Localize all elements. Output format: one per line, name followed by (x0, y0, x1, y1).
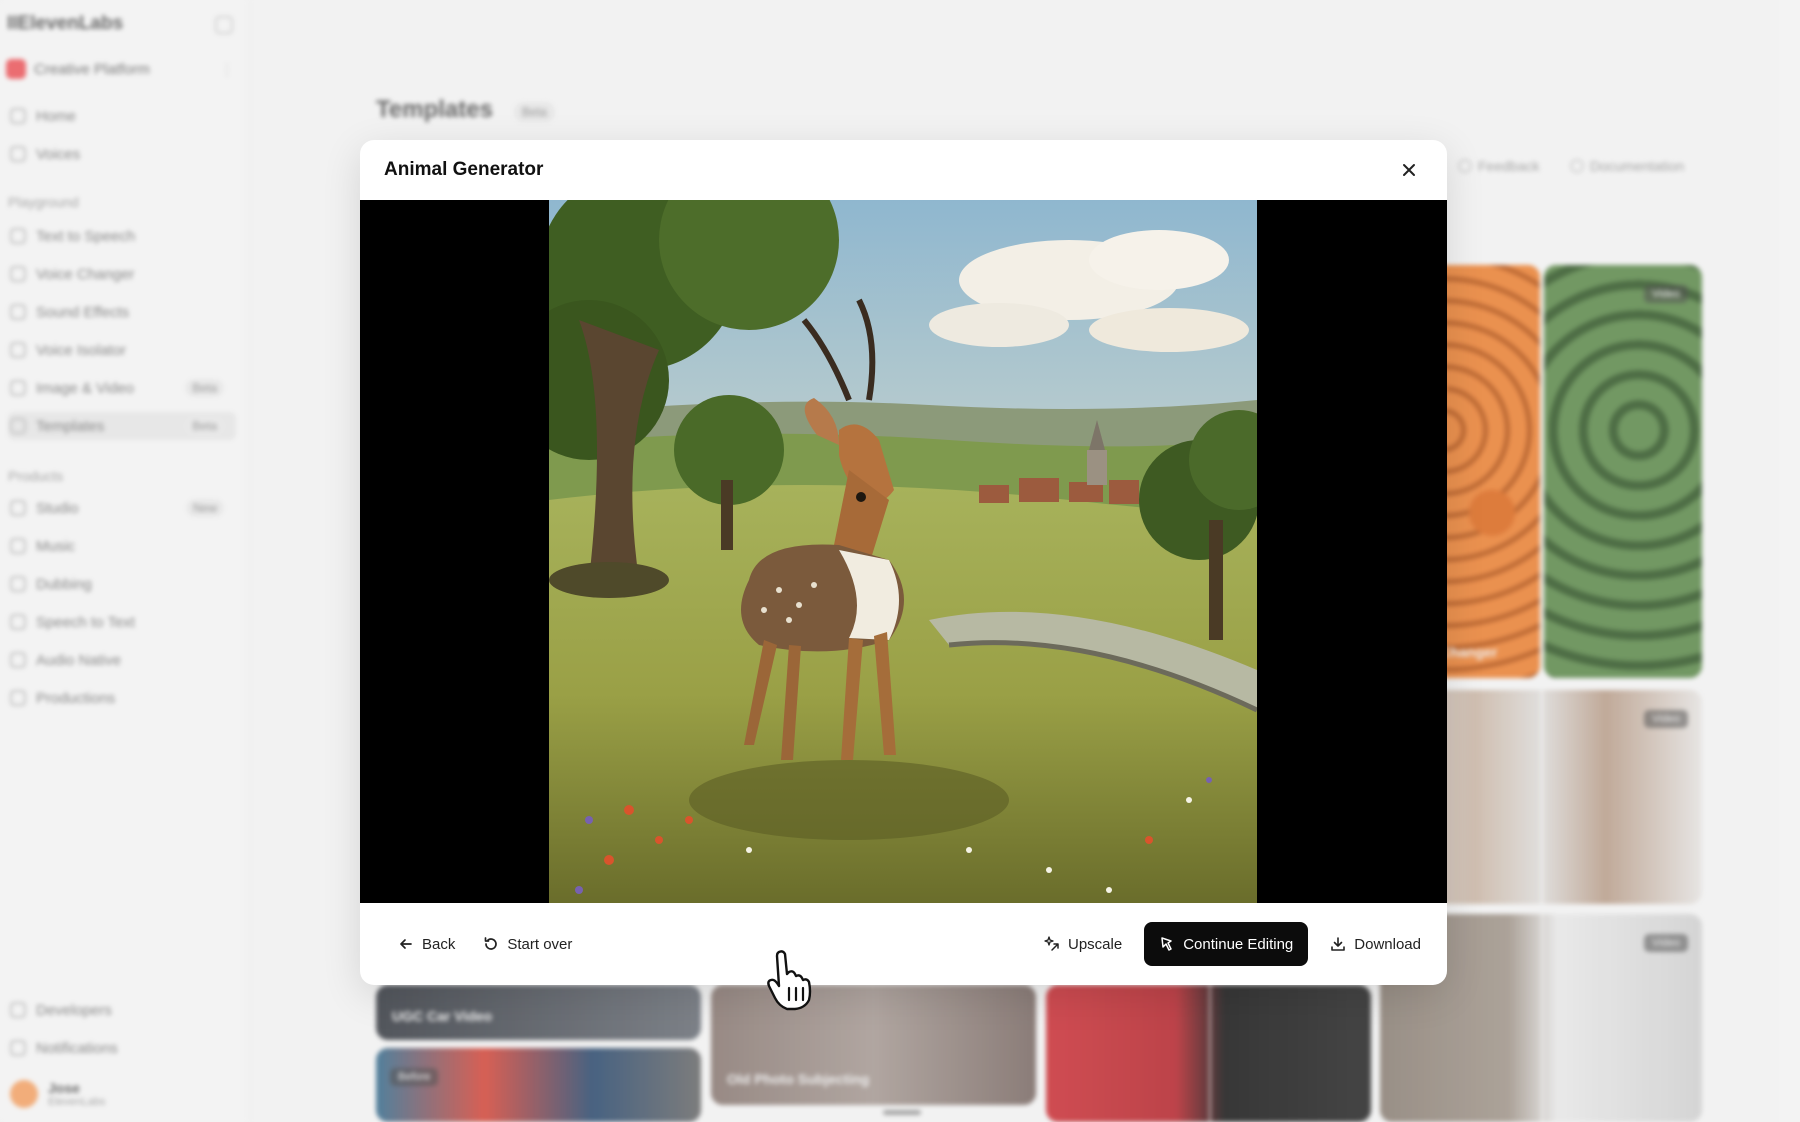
animal-generator-modal: Animal Generator Back Start over Upscale… (360, 140, 1447, 985)
close-icon (1403, 164, 1415, 176)
modal-header: Animal Generator (360, 140, 1447, 200)
continue-editing-button[interactable]: Continue Editing (1144, 922, 1309, 966)
hand-pointer-cursor-icon (767, 950, 812, 1011)
modal-action-bar: Back Start over Upscale Continue Editing… (360, 903, 1447, 985)
back-button[interactable]: Back (388, 922, 465, 966)
download-icon (1331, 937, 1346, 951)
pen-tool-icon (1161, 937, 1172, 951)
start-over-label: Start over (507, 935, 573, 953)
upscale-button[interactable]: Upscale (1034, 922, 1132, 966)
generated-animal-image (549, 200, 1257, 903)
upscale-label: Upscale (1068, 935, 1123, 953)
arrow-left-icon (400, 939, 412, 949)
download-button[interactable]: Download (1320, 922, 1431, 966)
rotate-ccw-icon (485, 937, 498, 950)
generated-image (549, 200, 1257, 903)
close-button[interactable] (1395, 156, 1423, 184)
modal-title: Animal Generator (384, 159, 544, 180)
continue-editing-label: Continue Editing (1183, 935, 1294, 953)
start-over-button[interactable]: Start over (473, 922, 582, 966)
sparkle-upscale-icon (1044, 936, 1059, 951)
download-label: Download (1354, 935, 1421, 953)
back-label: Back (422, 935, 456, 953)
image-viewer (360, 200, 1447, 903)
